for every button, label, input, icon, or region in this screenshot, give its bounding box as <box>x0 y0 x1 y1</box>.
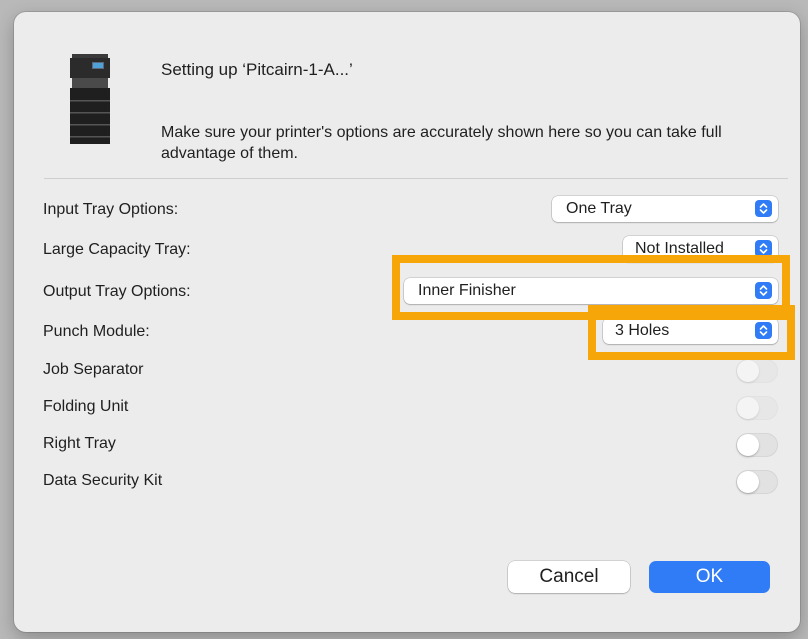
large-capacity-tray-label: Large Capacity Tray: <box>43 241 191 258</box>
dialog-title: Setting up ‘Pitcairn-1-A...’ <box>161 60 353 79</box>
chevron-up-down-icon <box>755 200 772 217</box>
printer-icon <box>66 52 116 144</box>
toggle-knob <box>737 397 759 419</box>
job-separator-label: Job Separator <box>43 361 144 378</box>
data-security-kit-toggle[interactable] <box>736 470 778 494</box>
ok-button[interactable]: OK <box>649 561 770 593</box>
input-tray-label: Input Tray Options: <box>43 201 179 218</box>
toggle-knob <box>737 360 759 382</box>
dialog-description: Make sure your printer's options are acc… <box>161 124 722 162</box>
toggle-knob <box>737 471 759 493</box>
input-tray-popup[interactable]: One Tray <box>552 196 778 222</box>
punch-module-highlight <box>588 305 795 360</box>
folding-unit-label: Folding Unit <box>43 398 129 415</box>
toggle-knob <box>737 434 759 456</box>
right-tray-toggle[interactable] <box>736 433 778 457</box>
punch-module-label: Punch Module: <box>43 323 150 340</box>
right-tray-label: Right Tray <box>43 435 116 452</box>
output-tray-label: Output Tray Options: <box>43 283 191 300</box>
job-separator-toggle[interactable] <box>736 359 778 383</box>
input-tray-value: One Tray <box>566 200 632 217</box>
folding-unit-toggle[interactable] <box>736 396 778 420</box>
divider <box>44 178 788 179</box>
data-security-kit-label: Data Security Kit <box>43 472 163 489</box>
cancel-button[interactable]: Cancel <box>508 561 630 593</box>
